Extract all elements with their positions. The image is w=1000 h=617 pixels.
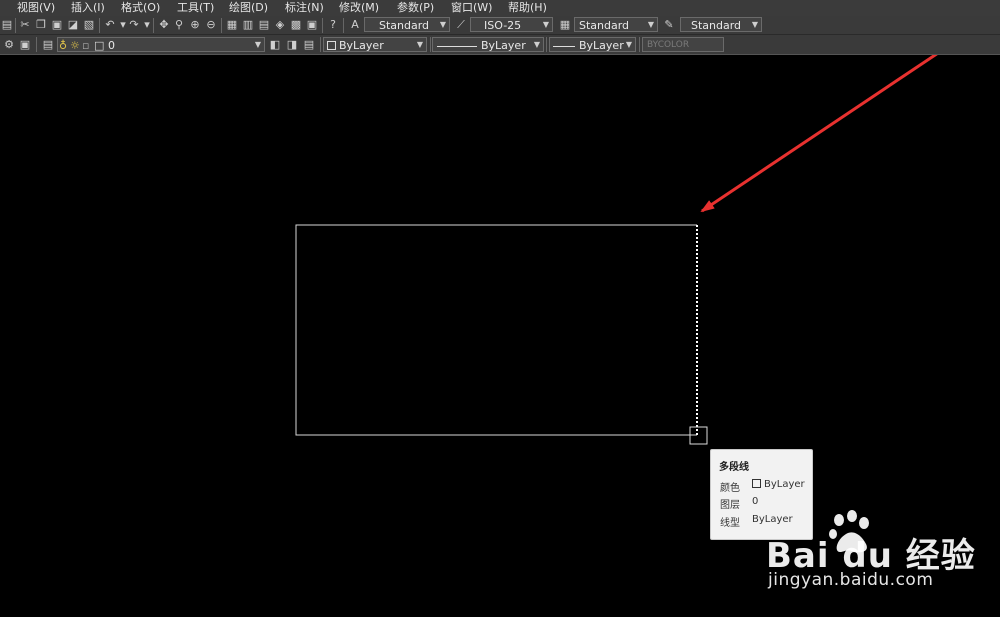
toolbar-separator (430, 37, 431, 52)
layer-previous-icon[interactable]: ◨ (285, 38, 299, 52)
chevron-down-icon: ▼ (254, 40, 262, 49)
redo-icon[interactable]: ↷ (127, 18, 141, 32)
menu-help[interactable]: 帮助(H) (508, 0, 547, 16)
layer-match-icon[interactable]: ▤ (302, 38, 316, 52)
dim-style-combo[interactable]: ISO-25 ▼ (470, 17, 553, 32)
paste-icon[interactable]: ▣ (50, 18, 64, 32)
menu-draw[interactable]: 绘图(D) (229, 0, 268, 16)
tooltip-color-value: ByLayer (752, 479, 805, 490)
toolbar-separator (15, 18, 16, 33)
zoom-realtime-icon[interactable]: ⚲ (172, 18, 186, 32)
layer-manager-icon[interactable]: ⚙ (2, 38, 16, 52)
menu-dimension[interactable]: 标注(N) (285, 0, 324, 16)
calculator-icon[interactable]: ▣ (305, 18, 319, 32)
linetype-combo[interactable]: ByLayer ▼ (432, 37, 544, 52)
color-combo[interactable]: ByLayer ▼ (323, 37, 427, 52)
toolbar-separator (343, 18, 344, 33)
lineweight-combo[interactable]: ByLayer ▼ (549, 37, 636, 52)
properties-icon[interactable]: ▦ (225, 18, 239, 32)
layers-properties-toolbar: ⚙ ▣ ▤ ♁ ☼ ▫ □ 0 ▼ ◧ ◨ ▤ ByLayer ▼ ByLaye… (0, 35, 1000, 55)
menu-tools[interactable]: 工具(T) (177, 0, 214, 16)
zoom-previous-icon[interactable]: ⊖ (204, 18, 218, 32)
text-style-combo[interactable]: Standard ▼ (364, 17, 450, 32)
redo-dropdown-icon[interactable]: ▾ (140, 18, 154, 32)
help-icon[interactable]: ? (326, 18, 340, 32)
markup-icon[interactable]: ▩ (289, 18, 303, 32)
plot-style-combo: BYCOLOR (642, 37, 724, 52)
toolbar-separator (320, 37, 321, 52)
toolbar-separator (221, 18, 222, 33)
menu-window[interactable]: 窗口(W) (451, 0, 492, 16)
match-properties-icon[interactable]: ◪ (66, 18, 80, 32)
chevron-down-icon: ▼ (625, 40, 633, 49)
tooltip-title: 多段线 (719, 462, 749, 473)
make-current-icon[interactable]: ◧ (268, 38, 282, 52)
polyline-rectangle[interactable] (295, 224, 697, 436)
layer-combo[interactable]: ♁ ☼ ▫ □ 0 ▼ (57, 37, 265, 52)
watermark-url: jingyan.baidu.com (768, 570, 934, 590)
toolbar-separator (99, 18, 100, 33)
pan-icon[interactable]: ✥ (157, 18, 171, 32)
table-style-icon[interactable]: ▦ (558, 18, 572, 32)
toolbar-separator (546, 37, 547, 52)
chevron-down-icon: ▼ (647, 20, 655, 29)
undo-icon[interactable]: ↶ (103, 18, 117, 32)
baidu-watermark: Bai du 经验 jingyan.baidu.com (766, 510, 996, 600)
menu-view[interactable]: 视图(V) (17, 0, 55, 16)
tooltip-linetype-label: 线型 (720, 518, 740, 529)
tooltip-layer-label: 图层 (720, 500, 740, 511)
menu-modify[interactable]: 修改(M) (339, 0, 379, 16)
zoom-window-icon[interactable]: ⊕ (188, 18, 202, 32)
multileader-style-icon[interactable]: ✎ (662, 18, 676, 32)
sun-icon: ☼ (70, 39, 80, 52)
layer-name: 0 (108, 39, 115, 52)
toolbar-separator (153, 18, 154, 33)
annotation-arrow (700, 55, 938, 213)
block-editor-icon[interactable]: ▧ (82, 18, 96, 32)
layer-stack-icon[interactable]: ▤ (41, 38, 55, 52)
layer-color-swatch: □ (94, 39, 105, 52)
chevron-down-icon: ▼ (439, 20, 447, 29)
menu-format[interactable]: 格式(O) (121, 0, 160, 16)
new-icon[interactable]: ▤ (0, 18, 14, 32)
tooltip-layer-value: 0 (752, 496, 759, 507)
table-style-combo[interactable]: Standard ▼ (574, 17, 658, 32)
chevron-down-icon: ▼ (533, 40, 541, 49)
color-swatch (752, 479, 761, 488)
tooltip-color-label: 颜色 (720, 483, 740, 494)
toolbar-separator (639, 37, 640, 52)
cut-icon[interactable]: ✂ (18, 18, 32, 32)
toolbar-separator (322, 18, 323, 33)
dim-style-icon[interactable]: ⟋ (454, 18, 468, 32)
sheet-set-icon[interactable]: ◈ (273, 18, 287, 32)
color-swatch (327, 41, 336, 50)
lineweight-sample (553, 45, 575, 47)
chevron-down-icon: ▼ (416, 40, 424, 49)
menu-insert[interactable]: 插入(I) (71, 0, 105, 16)
lock-icon: ▫ (82, 39, 90, 52)
tool-palettes-icon[interactable]: ▤ (257, 18, 271, 32)
chevron-down-icon: ▼ (751, 20, 759, 29)
menu-parametric[interactable]: 参数(P) (397, 0, 434, 16)
menu-bar: 视图(V) 插入(I) 格式(O) 工具(T) 绘图(D) 标注(N) 修改(M… (0, 0, 1000, 16)
layer-state-icon[interactable]: ▣ (18, 38, 32, 52)
copy-icon[interactable]: ❐ (34, 18, 48, 32)
standard-toolbar: ▤ ✂ ❐ ▣ ◪ ▧ ↶ ▾ ↷ ▾ ✥ ⚲ ⊕ ⊖ ▦ ▥ ▤ ◈ ▩ ▣ … (0, 16, 1000, 35)
text-style-icon[interactable]: A (348, 18, 362, 32)
toolbar-separator (36, 37, 37, 52)
linetype-sample (437, 45, 477, 47)
multileader-style-combo[interactable]: Standard ▼ (680, 17, 762, 32)
chevron-down-icon: ▼ (542, 20, 550, 29)
lightbulb-icon: ♁ (59, 39, 68, 52)
design-center-icon[interactable]: ▥ (241, 18, 255, 32)
